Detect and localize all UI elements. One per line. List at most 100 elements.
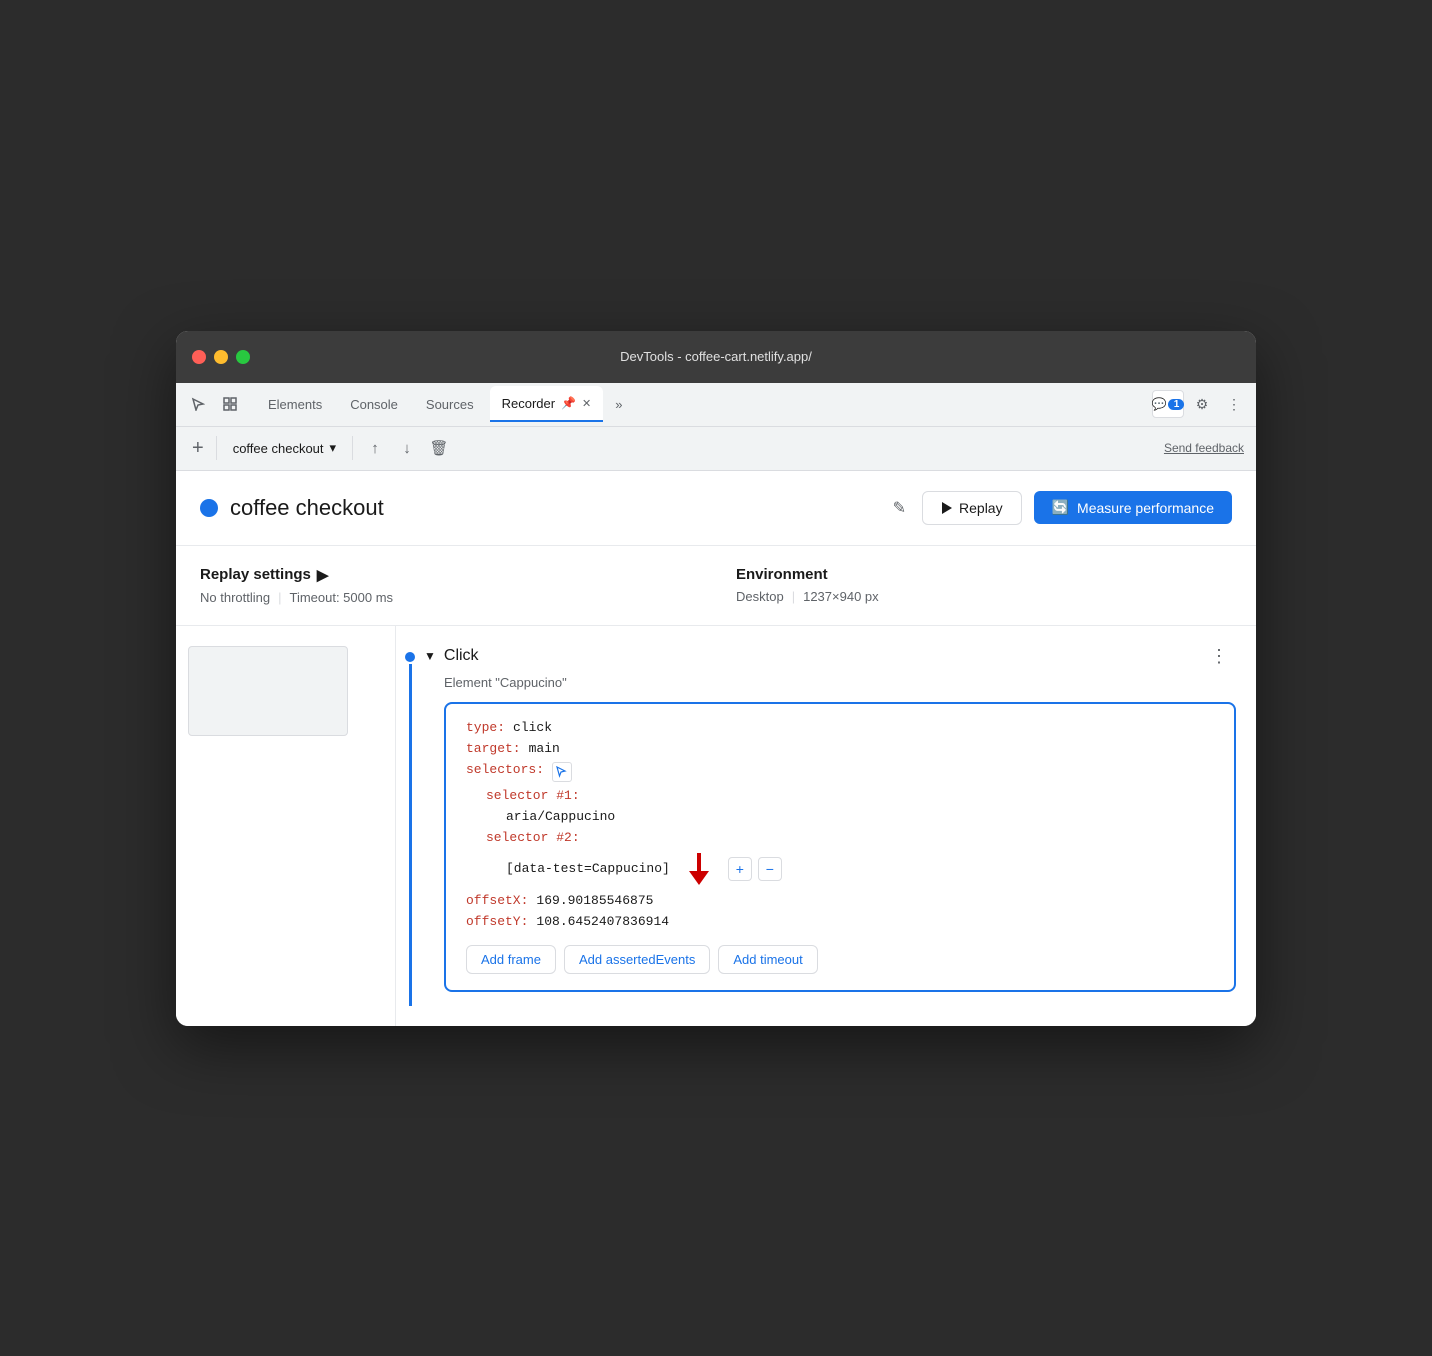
tab-recorder-close[interactable]: ✕ [582, 397, 591, 410]
chevron-right-icon: ▶ [317, 566, 329, 584]
main-content: coffee checkout ✎ Replay 🔄 Measure perfo… [176, 471, 1256, 1026]
recorder-pin-icon: 📌 [561, 396, 576, 410]
step-header: ▼ Click ⋮ [424, 642, 1236, 671]
notification-badge: 1 [1168, 399, 1184, 410]
add-recording-button[interactable]: + [188, 433, 208, 464]
offsetx-val: 169.90185546875 [536, 893, 653, 908]
code-selector2-line: selector #2: [466, 830, 1214, 845]
tabbar: Elements Console Sources Recorder 📌 ✕ » … [176, 383, 1256, 427]
tab-more[interactable]: » [607, 397, 630, 412]
tab-sources[interactable]: Sources [414, 386, 486, 422]
devtools-window: DevTools - coffee-cart.netlify.app/ Elem… [176, 331, 1256, 1026]
environment-label: Environment [736, 566, 828, 583]
code-selector1-val-line: aria/Cappucino [466, 809, 1214, 824]
code-type-line: type: click [466, 720, 1214, 735]
close-button[interactable] [192, 350, 206, 364]
selector2-row: [data-test=Cappucino] + − [506, 851, 782, 887]
environment-divider: | [792, 589, 795, 604]
minimize-button[interactable] [214, 350, 228, 364]
settings-icon[interactable]: ⚙ [1188, 390, 1216, 418]
step-detail-area: ▼ Click ⋮ Element "Cappucino" type: clic… [396, 626, 1256, 1026]
titlebar: DevTools - coffee-cart.netlify.app/ [176, 331, 1256, 383]
tab-console[interactable]: Console [338, 386, 410, 422]
export-button[interactable]: ↑ [361, 434, 389, 462]
step-action-buttons: Add frame Add assertedEvents Add timeout [466, 945, 1214, 974]
code-block: type: click target: main selectors: [444, 702, 1236, 992]
offsety-key: offsetY: [466, 914, 528, 929]
settings-right: Environment Desktop | 1237×940 px [696, 566, 1232, 604]
recording-title: coffee checkout [230, 495, 877, 521]
measure-performance-button[interactable]: 🔄 Measure performance [1034, 491, 1232, 524]
replay-button[interactable]: Replay [922, 491, 1022, 525]
add-selector-button[interactable]: + [728, 857, 752, 881]
replay-settings-toggle[interactable]: Replay settings ▶ [200, 566, 696, 584]
traffic-lights [192, 350, 250, 364]
tab-elements-label: Elements [268, 397, 322, 412]
cursor-icon[interactable] [184, 390, 212, 418]
add-timeout-button[interactable]: Add timeout [718, 945, 817, 974]
code-target-line: target: main [466, 741, 1214, 756]
play-icon [941, 501, 953, 515]
tab-console-label: Console [350, 397, 398, 412]
step-dot [405, 652, 415, 662]
offsety-val: 108.6452407836914 [536, 914, 669, 929]
toolbar-separator [216, 436, 217, 460]
selectors-key: selectors: [466, 762, 544, 777]
step-collapse-icon[interactable]: ▼ [424, 649, 436, 663]
red-arrow-wrapper [684, 851, 714, 887]
remove-selector-button[interactable]: − [758, 857, 782, 881]
environment-details: Desktop | 1237×940 px [736, 589, 1232, 604]
environment-title: Environment [736, 566, 1232, 583]
step-subtitle: Element "Cappucino" [444, 675, 1236, 690]
code-offsetx-line: offsetX: 169.90185546875 [466, 893, 1214, 908]
tab-recorder-label: Recorder [502, 396, 555, 411]
chevron-down-icon: ▾ [330, 440, 337, 456]
more-options-icon[interactable]: ⋮ [1220, 390, 1248, 418]
tab-sources-label: Sources [426, 397, 474, 412]
add-frame-button[interactable]: Add frame [466, 945, 556, 974]
tab-nav-icons [184, 390, 244, 418]
maximize-button[interactable] [236, 350, 250, 364]
toolbar: + coffee checkout ▾ ↑ ↓ 🗑 Send feedback [176, 427, 1256, 471]
offsetx-key: offsetX: [466, 893, 528, 908]
step-thumbnail [188, 646, 348, 736]
step-more-button[interactable]: ⋮ [1202, 642, 1236, 671]
tab-elements[interactable]: Elements [256, 386, 334, 422]
notification-button[interactable]: 💬 1 [1152, 390, 1184, 418]
measure-icon: 🔄 [1052, 499, 1069, 516]
chat-icon: 💬 [1152, 397, 1167, 411]
window-title: DevTools - coffee-cart.netlify.app/ [620, 349, 812, 364]
replay-settings-label: Replay settings [200, 566, 311, 583]
type-val: click [513, 720, 552, 735]
toolbar-separator-2 [352, 436, 353, 460]
steps-thumbnail-panel [176, 626, 396, 1026]
step-content: ▼ Click ⋮ Element "Cappucino" type: clic… [424, 642, 1256, 1010]
edit-title-icon[interactable]: ✎ [889, 494, 910, 522]
settings-left: Replay settings ▶ No throttling | Timeou… [200, 566, 696, 605]
resolution-label: 1237×940 px [803, 589, 879, 604]
recording-selector[interactable]: coffee checkout ▾ [225, 436, 344, 460]
steps-area: ▼ Click ⋮ Element "Cappucino" type: clic… [176, 626, 1256, 1026]
recording-header: coffee checkout ✎ Replay 🔄 Measure perfo… [176, 471, 1256, 546]
selector1-key: selector #1: [486, 788, 580, 803]
red-arrow-down-icon [684, 851, 714, 887]
selector1-val: aria/Cappucino [506, 809, 615, 824]
inspect-icon[interactable] [216, 390, 244, 418]
recording-name: coffee checkout [233, 441, 324, 456]
selector2-val: [data-test=Cappucino] [506, 861, 670, 876]
toolbar-actions: ↑ ↓ 🗑 [361, 434, 453, 462]
delete-button[interactable]: 🗑 [425, 434, 453, 462]
step-line-container [396, 642, 424, 1010]
timeout-label: Timeout: 5000 ms [289, 590, 393, 605]
code-offsety-line: offsetY: 108.6452407836914 [466, 914, 1214, 929]
code-selector1-line: selector #1: [466, 788, 1214, 803]
code-selectors-line: selectors: [466, 762, 1214, 782]
code-selector2-val-line: [data-test=Cappucino] + − [466, 851, 1214, 887]
tab-recorder[interactable]: Recorder 📌 ✕ [490, 386, 604, 422]
add-asserted-events-button[interactable]: Add assertedEvents [564, 945, 710, 974]
recording-status-dot [200, 499, 218, 517]
target-val: main [529, 741, 560, 756]
step-name: Click [444, 647, 479, 665]
import-button[interactable]: ↓ [393, 434, 421, 462]
send-feedback-link[interactable]: Send feedback [1164, 441, 1244, 455]
